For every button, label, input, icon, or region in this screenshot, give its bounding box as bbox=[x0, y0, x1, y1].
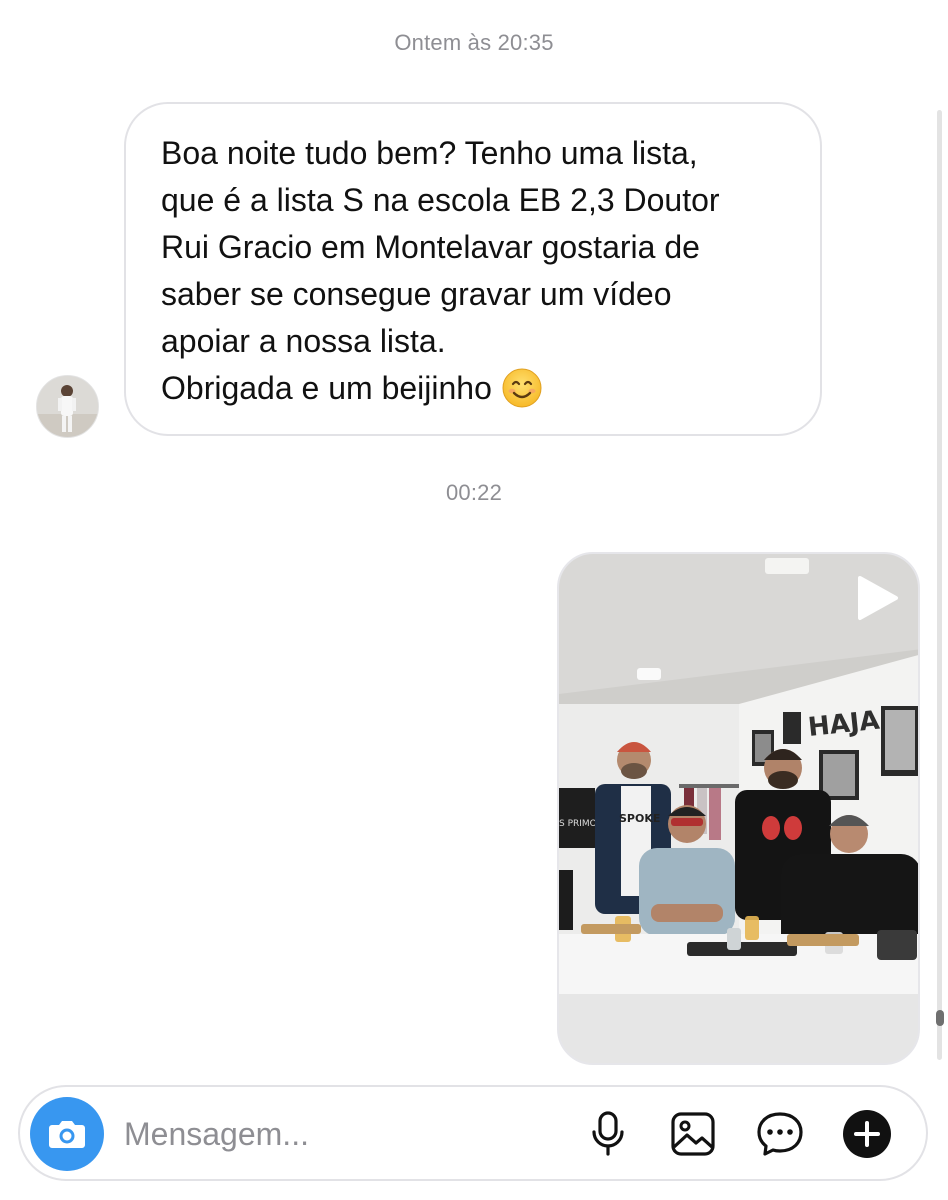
camera-button[interactable] bbox=[30, 1097, 104, 1171]
play-icon[interactable] bbox=[850, 572, 902, 624]
plus-icon bbox=[843, 1110, 891, 1158]
message-line: Rui Gracio em Montelavar gostaria de bbox=[161, 229, 700, 265]
sticker-button[interactable] bbox=[755, 1109, 805, 1159]
video-thumbnail: HAJA S PRIMOS SPOKE bbox=[559, 554, 918, 1063]
microphone-button[interactable] bbox=[583, 1109, 633, 1159]
scrollbar-track[interactable] bbox=[937, 110, 942, 1060]
gallery-button[interactable] bbox=[668, 1109, 718, 1159]
message-line-last: Obrigada e um beijinho bbox=[161, 365, 790, 412]
timestamp: Ontem às 20:35 bbox=[394, 30, 554, 55]
sticker-icon bbox=[757, 1112, 803, 1156]
message-line: Boa noite tudo bem? Tenho uma lista, bbox=[161, 135, 698, 171]
sender-avatar[interactable] bbox=[36, 375, 99, 438]
message-composer bbox=[18, 1085, 928, 1181]
timestamp: 00:22 bbox=[445, 480, 503, 505]
message-line: saber se consegue gravar um vídeo bbox=[161, 276, 672, 312]
smiling-face-emoji bbox=[502, 368, 542, 408]
message-line: apoiar a nossa lista. bbox=[161, 323, 446, 359]
scrollbar-thumb[interactable] bbox=[936, 1010, 944, 1026]
gallery-icon bbox=[671, 1112, 715, 1156]
microphone-icon bbox=[592, 1111, 624, 1156]
message-line: que é a lista S na escola EB 2,3 Doutor bbox=[161, 182, 720, 218]
add-button[interactable] bbox=[842, 1109, 892, 1159]
incoming-message-bubble[interactable]: Boa noite tudo bem? Tenho uma lista, que… bbox=[124, 102, 822, 436]
shirt-text: SPOKE bbox=[619, 812, 660, 825]
message-line-text: Obrigada e um beijinho bbox=[161, 370, 492, 406]
outgoing-video-message[interactable]: HAJA S PRIMOS SPOKE bbox=[557, 552, 920, 1065]
avatar-photo bbox=[37, 376, 98, 437]
dm-thread-screen: Ontem às 20:35 Boa noite tudo bem? Tenho… bbox=[0, 0, 948, 1200]
message-input[interactable] bbox=[124, 1113, 524, 1155]
camera-icon bbox=[49, 1121, 85, 1148]
